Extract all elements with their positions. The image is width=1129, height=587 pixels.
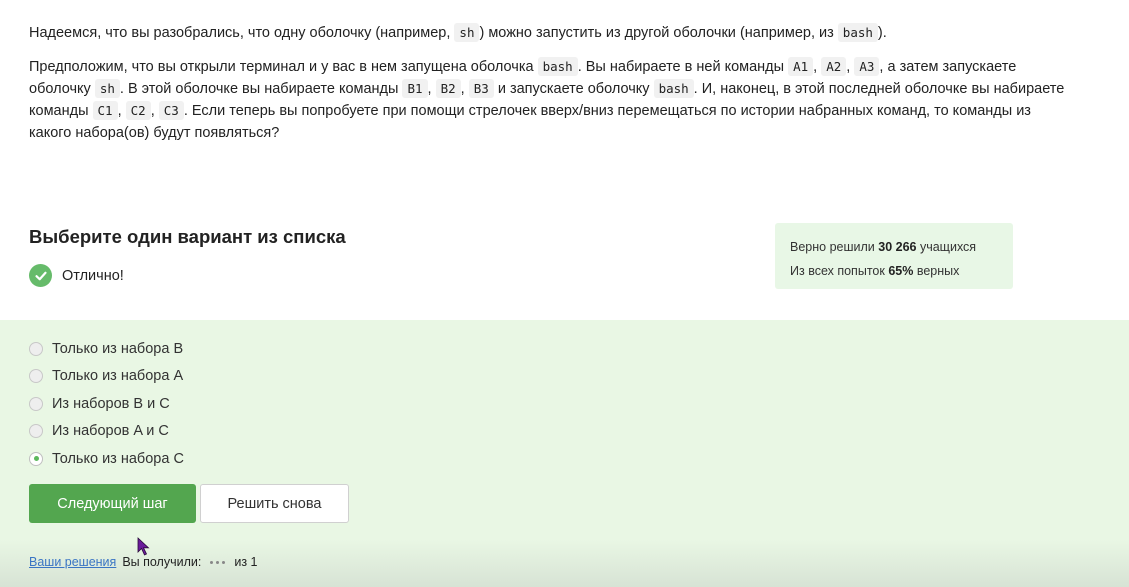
loading-dots-icon [210, 560, 226, 564]
options-list: Только из набора B Только из набора A Из… [29, 335, 184, 473]
option-item[interactable]: Из наборов B и C [29, 390, 184, 418]
code-bash: bash [653, 79, 694, 98]
code-c2: C2 [125, 101, 151, 120]
code-sh: sh [94, 79, 120, 98]
your-solutions-link[interactable]: Ваши решения [29, 555, 116, 569]
radio-button[interactable] [29, 369, 43, 384]
footer: Ваши решения Вы получили: из 1 [29, 555, 257, 569]
select-title: Выберите один вариант из списка [29, 226, 346, 247]
option-label: Только из набора B [52, 340, 184, 357]
received-label: Вы получили: [122, 555, 202, 569]
radio-button-selected[interactable] [29, 451, 43, 466]
stats-box: Верно решили 30 266 учащихся Из всех поп… [775, 223, 1013, 289]
check-circle-icon [29, 264, 52, 287]
code-c3: C3 [158, 101, 184, 120]
code-a3: A3 [854, 57, 880, 76]
code-b2: B2 [435, 79, 461, 98]
option-label: Из наборов A и C [52, 423, 169, 440]
question-text: Надеемся, что вы разобрались, что одну о… [29, 22, 1069, 154]
stats-line-attempts: Из всех попыток 65% верных [790, 264, 960, 278]
radio-button[interactable] [29, 396, 43, 411]
question-paragraph-2: Предположим, что вы открыли терминал и у… [29, 57, 1065, 141]
checkmark-icon [34, 271, 47, 280]
option-label: Только из набора A [52, 368, 184, 385]
solve-again-button[interactable]: Решить снова [200, 484, 349, 523]
option-item-selected[interactable]: Только из набора C [29, 445, 184, 473]
radio-button[interactable] [29, 424, 43, 439]
code-a1: A1 [788, 57, 814, 76]
status-text: Отлично! [62, 267, 124, 284]
code-b3: B3 [468, 79, 494, 98]
option-item[interactable]: Только из набора B [29, 335, 184, 363]
code-bash: bash [537, 57, 578, 76]
status-correct: Отлично! [29, 264, 124, 287]
code-bash: bash [837, 23, 878, 42]
next-step-button[interactable]: Следующий шаг [29, 484, 196, 523]
question-paragraph-1: Надеемся, что вы разобрались, что одну о… [29, 23, 887, 42]
option-item[interactable]: Из наборов A и C [29, 418, 184, 446]
code-c1: C1 [92, 101, 118, 120]
option-item[interactable]: Только из набора A [29, 363, 184, 391]
code-a2: A2 [821, 57, 847, 76]
code-sh: sh [454, 23, 480, 42]
mouse-cursor-icon [137, 537, 150, 556]
stats-line-solved: Верно решили 30 266 учащихся [790, 240, 977, 254]
code-b1: B1 [402, 79, 428, 98]
option-label: Только из набора C [52, 450, 184, 467]
score-out-of: из 1 [234, 555, 258, 569]
option-label: Из наборов B и C [52, 395, 170, 412]
radio-button[interactable] [29, 341, 43, 356]
